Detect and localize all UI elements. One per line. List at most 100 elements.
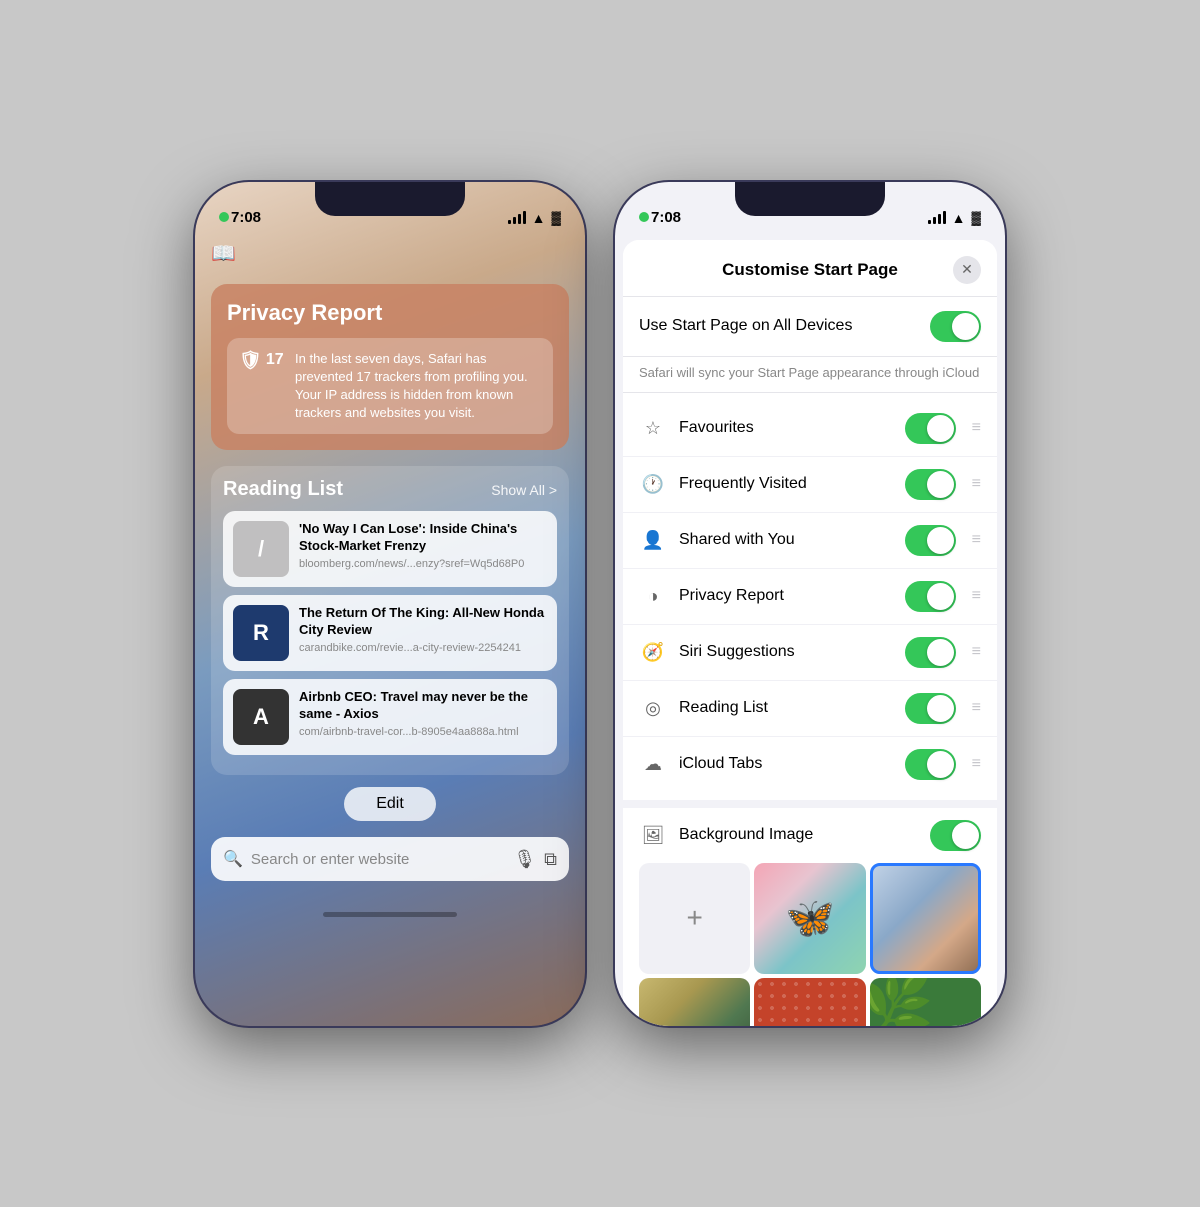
settings-item-reading-list: ◎ Reading List ≡: [623, 681, 997, 737]
green-dot-1: [219, 212, 229, 222]
background-image-toggle[interactable]: [930, 820, 981, 851]
settings-list: ☆ Favourites ≡ 🕐 Frequently Visited ≡: [623, 393, 997, 800]
shared-with-you-toggle[interactable]: [905, 525, 956, 556]
scene: 7:08 ▲ ▓ 📖: [0, 0, 1200, 1207]
icloud-tabs-drag-handle[interactable]: ≡: [972, 755, 981, 773]
shield-icon: 🛡: [239, 350, 262, 371]
sync-label: Use Start Page on All Devices: [639, 317, 852, 335]
reading-list-label: Reading List: [679, 699, 893, 717]
shared-with-you-label: Shared with You: [679, 531, 893, 549]
reading-item-url-0: bloomberg.com/news/...enzy?sref=Wq5d68P0: [299, 558, 547, 570]
reading-list-title: Reading List: [223, 478, 343, 501]
frequently-visited-toggle[interactable]: [905, 469, 956, 500]
wifi-icon-2: ▲: [952, 210, 966, 226]
image-grid: +: [639, 863, 981, 1026]
background-image-label: Background Image: [679, 826, 918, 844]
siri-suggestions-icon: 🧭: [639, 642, 667, 663]
panel-body: Use Start Page on All Devices Safari wil…: [623, 297, 997, 1026]
shared-with-you-icon: 👤: [639, 530, 667, 551]
frequently-visited-drag-handle[interactable]: ≡: [972, 475, 981, 493]
status-icons-2: ▲ ▓: [928, 210, 981, 226]
settings-item-privacy-report: ◑ Privacy Report ≡: [623, 569, 997, 625]
frequently-visited-label: Frequently Visited: [679, 475, 893, 493]
green-dot-2: [639, 212, 649, 222]
reading-item-url-2: com/airbnb-travel-cor...b-8905e4aa888a.h…: [299, 726, 547, 738]
edit-button[interactable]: Edit: [344, 787, 436, 821]
privacy-report-card[interactable]: Privacy Report 🛡 17 In the last seven da…: [211, 284, 569, 451]
notch: [315, 182, 465, 216]
privacy-report-icon: ◑: [639, 586, 667, 607]
phone2-screen: 7:08 ▲ ▓ Customise: [615, 182, 1005, 1026]
reading-thumb-2: A: [233, 689, 289, 745]
background-image-section: 🖼 Background Image +: [623, 800, 997, 1026]
favourites-label: Favourites: [679, 419, 893, 437]
reading-list-icon: ◎: [639, 698, 667, 719]
sync-sub: Safari will sync your Start Page appeara…: [623, 357, 997, 393]
mic-icon[interactable]: 🎙: [513, 849, 536, 870]
privacy-report-inner: 🛡 17 In the last seven days, Safari has …: [227, 338, 553, 435]
close-button[interactable]: ✕: [953, 256, 981, 284]
battery-icon-1: ▓: [552, 210, 561, 225]
reading-list-toggle[interactable]: [905, 693, 956, 724]
status-time-2: 7:08: [639, 209, 681, 226]
shared-with-you-drag-handle[interactable]: ≡: [972, 531, 981, 549]
safari-toolbar: 📖: [195, 232, 585, 276]
favourites-drag-handle[interactable]: ≡: [972, 419, 981, 437]
privacy-report-body: In the last seven days, Safari has preve…: [295, 350, 541, 423]
icloud-tabs-toggle[interactable]: [905, 749, 956, 780]
reading-item-title-2: Airbnb CEO: Travel may never be the same…: [299, 689, 547, 723]
customise-panel: Customise Start Page ✕ Use Start Page on…: [623, 240, 997, 1026]
privacy-report-title: Privacy Report: [227, 300, 553, 326]
siri-suggestions-drag-handle[interactable]: ≡: [972, 643, 981, 661]
signal-icon-1: [508, 211, 526, 224]
settings-item-siri-suggestions: 🧭 Siri Suggestions ≡: [623, 625, 997, 681]
privacy-report-drag-handle[interactable]: ≡: [972, 587, 981, 605]
reading-item-0[interactable]: / 'No Way I Can Lose': Inside China's St…: [223, 511, 557, 587]
bg-header: 🖼 Background Image: [639, 820, 981, 851]
notch-2: [735, 182, 885, 216]
search-placeholder: Search or enter website: [251, 851, 505, 868]
icloud-tabs-label: iCloud Tabs: [679, 755, 893, 773]
status-time-1: 7:08: [219, 209, 261, 226]
reading-info-0: 'No Way I Can Lose': Inside China's Stoc…: [299, 521, 547, 577]
panel-header: Customise Start Page ✕: [623, 240, 997, 297]
show-all-button[interactable]: Show All >: [491, 482, 557, 498]
icloud-tabs-icon: ☁: [639, 754, 667, 775]
reading-item-1[interactable]: R The Return Of The King: All-New Honda …: [223, 595, 557, 671]
siri-suggestions-toggle[interactable]: [905, 637, 956, 668]
privacy-badge: 🛡 17: [239, 350, 283, 371]
siri-suggestions-label: Siri Suggestions: [679, 643, 893, 661]
wifi-icon-1: ▲: [532, 210, 546, 226]
home-bar-1: [323, 912, 457, 917]
bookmarks-icon[interactable]: 📖: [211, 241, 236, 266]
edit-button-wrap: Edit: [211, 775, 569, 829]
background-image-icon: 🖼: [639, 825, 667, 846]
bg-option-bear[interactable]: [870, 863, 981, 974]
reading-list-header: Reading List Show All >: [223, 478, 557, 501]
panel-title: Customise Start Page: [667, 260, 953, 280]
frequently-visited-icon: 🕐: [639, 474, 667, 495]
settings-item-shared-with-you: 👤 Shared with You ≡: [623, 513, 997, 569]
home-indicator-1: [195, 897, 585, 931]
settings-item-icloud-tabs: ☁ iCloud Tabs ≡: [623, 737, 997, 792]
status-icons-1: ▲ ▓: [508, 210, 561, 226]
search-bar[interactable]: 🔍 Search or enter website 🎙 ⧉: [211, 837, 569, 881]
sync-toggle[interactable]: [930, 311, 981, 342]
bg-option-butterfly[interactable]: [754, 863, 865, 974]
add-background-button[interactable]: +: [639, 863, 750, 974]
favourites-toggle[interactable]: [905, 413, 956, 444]
search-icon: 🔍: [223, 849, 243, 869]
settings-item-frequently-visited: 🕐 Frequently Visited ≡: [623, 457, 997, 513]
privacy-report-label: Privacy Report: [679, 587, 893, 605]
bg-option-red-pattern[interactable]: [754, 978, 865, 1026]
bg-option-green-leaves[interactable]: [870, 978, 981, 1026]
phone-1: 7:08 ▲ ▓ 📖: [195, 182, 585, 1026]
reading-list-drag-handle[interactable]: ≡: [972, 699, 981, 717]
reading-item-2[interactable]: A Airbnb CEO: Travel may never be the sa…: [223, 679, 557, 755]
reading-item-title-0: 'No Way I Can Lose': Inside China's Stoc…: [299, 521, 547, 555]
privacy-report-toggle[interactable]: [905, 581, 956, 612]
tabs-icon[interactable]: ⧉: [544, 849, 557, 870]
safari-body: Privacy Report 🛡 17 In the last seven da…: [195, 276, 585, 838]
bg-option-turtle[interactable]: [639, 978, 750, 1026]
signal-icon-2: [928, 211, 946, 224]
